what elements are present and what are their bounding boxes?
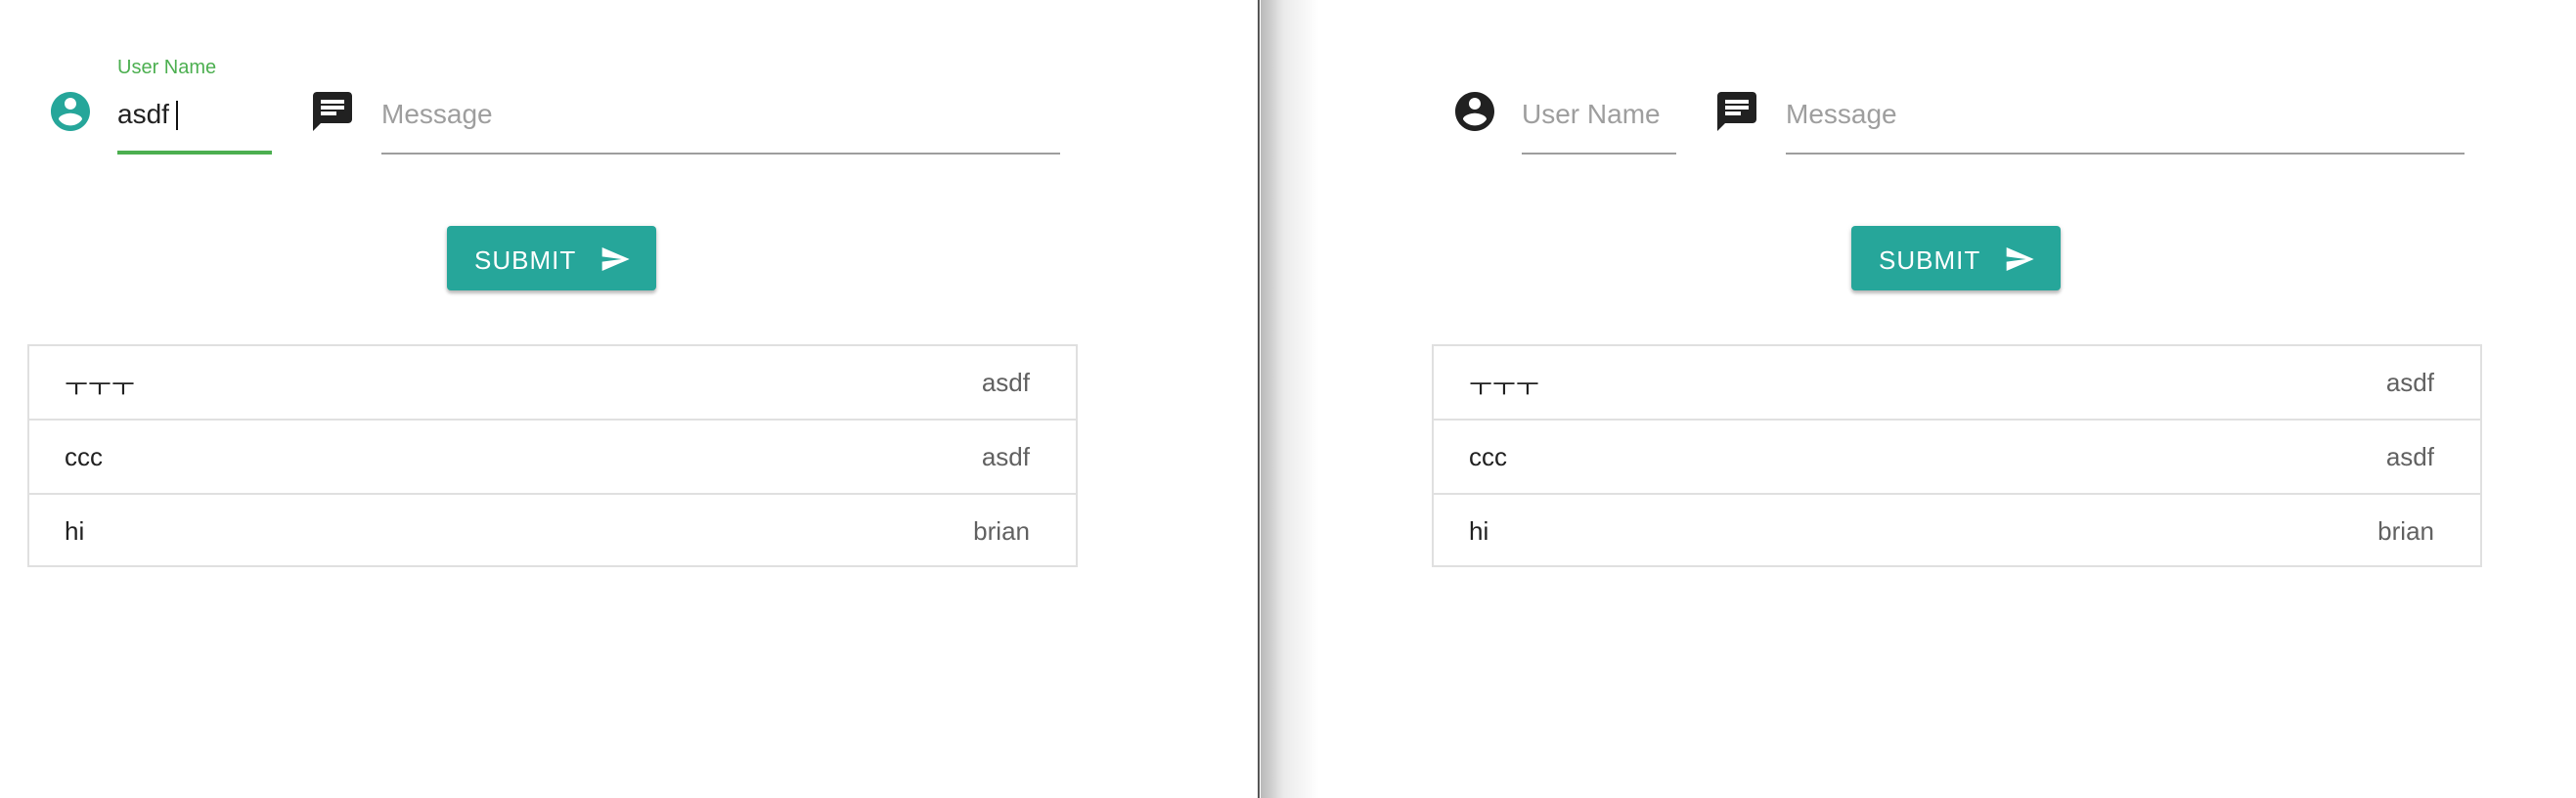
text-caret bbox=[176, 101, 178, 130]
list-item: ㅜㅜㅜ asdf bbox=[29, 346, 1076, 421]
chat-app-pane-right: SUBMIT ㅜㅜㅜ asdf ccc asdf hi brian bbox=[1260, 0, 2517, 798]
message-underline bbox=[1786, 153, 2465, 155]
list-item: ccc asdf bbox=[1434, 421, 2480, 495]
list-item: ccc asdf bbox=[29, 421, 1076, 495]
message-input[interactable] bbox=[381, 93, 1060, 136]
message-text: hi bbox=[65, 516, 85, 546]
submit-button[interactable]: SUBMIT bbox=[447, 226, 656, 290]
message-user: asdf bbox=[2385, 368, 2434, 397]
message-user: asdf bbox=[981, 442, 1030, 471]
message-user: brian bbox=[2377, 516, 2434, 546]
submit-button[interactable]: SUBMIT bbox=[1851, 226, 2061, 290]
send-icon bbox=[600, 244, 631, 275]
message-user: brian bbox=[973, 516, 1030, 546]
message-user: asdf bbox=[2385, 442, 2434, 471]
message-text: hi bbox=[1469, 516, 1489, 546]
send-icon bbox=[2004, 244, 2035, 275]
list-item: ㅜㅜㅜ asdf bbox=[1434, 346, 2480, 421]
list-item: hi brian bbox=[29, 495, 1076, 565]
message-user: asdf bbox=[981, 368, 1030, 397]
message-input[interactable] bbox=[1786, 93, 2465, 136]
username-field[interactable]: User Name bbox=[117, 54, 272, 155]
submit-button-label: SUBMIT bbox=[1879, 245, 1981, 275]
split-screen: User Name SUBMIT ㅜㅜㅜ asdf ccc asd bbox=[0, 0, 2576, 798]
message-text: ccc bbox=[1469, 442, 1507, 471]
chat-bubble-icon bbox=[1713, 88, 1760, 135]
message-field[interactable] bbox=[1786, 54, 2465, 155]
message-list: ㅜㅜㅜ asdf ccc asdf hi brian bbox=[27, 344, 1078, 567]
username-input[interactable] bbox=[117, 93, 272, 136]
username-input[interactable] bbox=[1522, 93, 1676, 136]
username-underline bbox=[117, 151, 272, 155]
username-field[interactable] bbox=[1522, 54, 1676, 155]
list-item: hi brian bbox=[1434, 495, 2480, 565]
message-text: ㅜㅜㅜ bbox=[65, 373, 135, 402]
message-text: ccc bbox=[65, 442, 103, 471]
account-circle-icon bbox=[1451, 88, 1498, 135]
message-field[interactable] bbox=[381, 54, 1060, 155]
divider-shadow bbox=[1261, 0, 1319, 798]
chat-app-pane-left: User Name SUBMIT ㅜㅜㅜ asdf ccc asd bbox=[0, 0, 1258, 798]
message-list: ㅜㅜㅜ asdf ccc asdf hi brian bbox=[1432, 344, 2482, 567]
account-circle-icon bbox=[47, 88, 94, 135]
chat-bubble-icon bbox=[309, 88, 356, 135]
message-text: ㅜㅜㅜ bbox=[1469, 373, 1539, 402]
submit-button-label: SUBMIT bbox=[474, 245, 577, 275]
username-underline bbox=[1522, 153, 1676, 155]
username-floating-label: User Name bbox=[117, 57, 217, 78]
message-underline bbox=[381, 153, 1060, 155]
